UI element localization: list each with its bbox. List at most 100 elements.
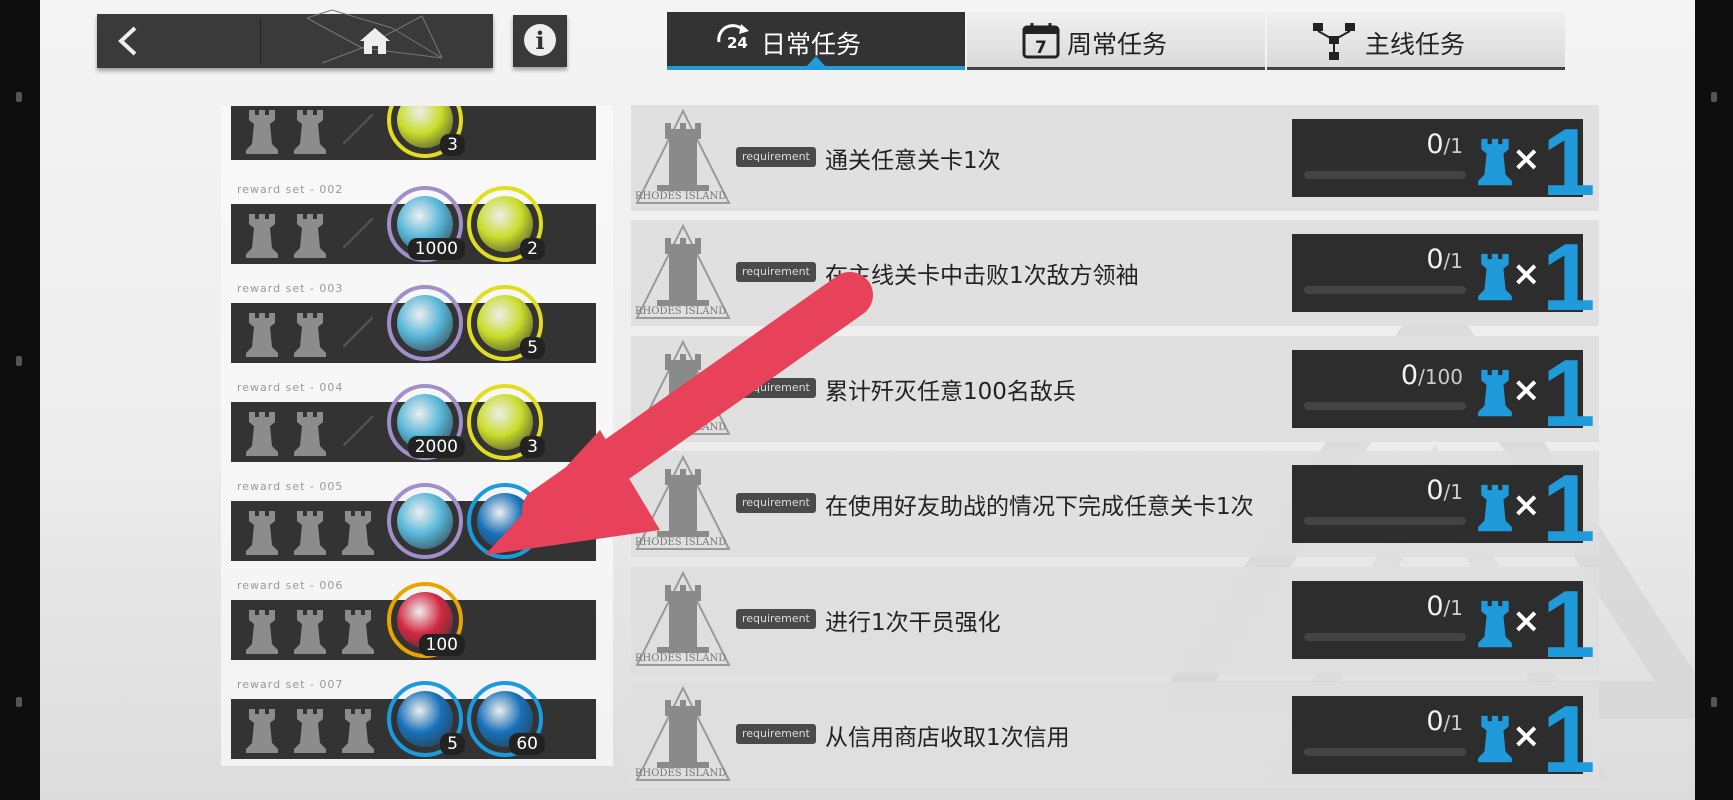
mission-row[interactable]: RHODES ISLAND requirement 在使用好友助战的情况下完成任… (631, 451, 1599, 559)
progress-total: /1 (1443, 249, 1463, 273)
progress-current: 0 (1426, 129, 1444, 160)
progress-total: /1 (1443, 134, 1463, 158)
mission-row[interactable]: RHODES ISLAND requirement 从信用商店收取1次信用 0/… (631, 682, 1599, 790)
active-tab-indicator (807, 56, 825, 66)
progress-rook-icon (243, 608, 281, 654)
mission-progress-panel: 0/100 × 1 (1292, 344, 1595, 444)
reward-item-icon[interactable]: 60 (467, 681, 545, 757)
reward-set-row[interactable]: 5 (231, 285, 596, 363)
rhodes-island-logo-icon: RHODES ISLAND (633, 338, 733, 438)
mission-row[interactable]: RHODES ISLAND requirement 进行1次干员强化 0/1 ×… (631, 567, 1599, 675)
info-button[interactable]: i (513, 15, 567, 67)
logo-text: RHODES ISLAND (635, 306, 727, 317)
progress-current: 0 (1400, 360, 1419, 391)
progress-rook-icon (291, 108, 329, 154)
svg-text:7: 7 (1035, 38, 1047, 58)
reward-item-icon[interactable]: 1000 (387, 186, 465, 262)
tab-daily[interactable]: 24 日常任务 (667, 12, 965, 70)
reward-item-icon[interactable] (387, 285, 463, 361)
reward-set-row[interactable]: 5 60 (231, 681, 596, 759)
mission-row[interactable]: RHODES ISLAND requirement 累计歼灭任意100名敌兵 0… (631, 336, 1599, 444)
mission-progress-panel: 0/1 × 1 (1292, 575, 1595, 675)
nav-divider (260, 18, 261, 64)
mission-progress-panel: 0/1 × 1 (1292, 459, 1595, 559)
reward-quantity: 60 (509, 733, 545, 755)
hierarchy-icon (1313, 23, 1355, 60)
device-bezel-right (1693, 0, 1733, 800)
progress-current: 0 (1426, 244, 1444, 275)
mission-row[interactable]: RHODES ISLAND requirement 在主线关卡中击败1次敌方领袖… (631, 220, 1599, 331)
requirement-tag: requirement (736, 724, 816, 744)
reward-set-label: reward set - 003 (237, 282, 344, 295)
progress-rook-icon (291, 509, 329, 555)
progress-bar (1304, 402, 1466, 410)
reward-count: 1 (1542, 224, 1596, 331)
reward-set-row[interactable] (231, 483, 596, 561)
empty-slot-divider (343, 317, 373, 347)
tab-weekly[interactable]: 7 周常任务 (967, 12, 1265, 70)
tab-main-label: 主线任务 (1365, 30, 1466, 59)
reward-quantity: 3 (520, 436, 545, 458)
reward-item-icon[interactable]: 5 (387, 681, 465, 757)
empty-slot-divider (343, 416, 373, 446)
progress-current: 0 (1426, 591, 1444, 622)
rhodes-island-logo-icon: RHODES ISLAND (633, 684, 733, 784)
rhodes-island-logo-icon: RHODES ISLAND (633, 453, 733, 553)
reward-quantity: 100 (418, 634, 465, 656)
reward-quantity: 3 (440, 134, 465, 156)
progress-rook-icon (243, 311, 281, 357)
reward-multiplier: × (1512, 139, 1541, 179)
back-button[interactable] (97, 14, 257, 68)
reward-item-icon[interactable] (387, 483, 463, 559)
reward-rook-icon (1475, 366, 1515, 418)
reward-quantity: 2 (520, 238, 545, 260)
reward-set-label: reward set - 007 (237, 678, 344, 691)
mission-text: 从信用商店收取1次信用 (825, 725, 1070, 751)
home-button[interactable] (262, 9, 493, 68)
24h-refresh-icon: 24 (717, 24, 749, 52)
reward-rook-icon (1475, 250, 1515, 302)
mission-progress-panel: 0/1 × 1 (1292, 113, 1595, 213)
mission-text: 进行1次干员强化 (825, 610, 1001, 636)
reward-set-label: reward set - 005 (237, 480, 344, 493)
reward-item-icon[interactable]: 3 (387, 106, 465, 158)
reward-item-icon[interactable]: 2000 (387, 384, 465, 460)
top-nav-bar (97, 9, 493, 68)
reward-multiplier: × (1512, 601, 1541, 641)
progress-count: 0/1 (1426, 706, 1463, 737)
mission-text: 累计歼灭任意100名敌兵 (825, 379, 1076, 405)
reward-item-art (397, 295, 453, 351)
progress-bar (1304, 171, 1466, 179)
reward-count: 1 (1542, 571, 1596, 678)
reward-sets-panel[interactable]: 3 reward set - 002 1000 2 reward set - 003 5 r… (221, 106, 613, 766)
logo-text: RHODES ISLAND (635, 768, 727, 779)
requirement-tag: requirement (736, 147, 816, 167)
reward-set-row[interactable]: 2000 3 (231, 384, 596, 462)
reward-count: 1 (1542, 109, 1596, 216)
logo-text: RHODES ISLAND (635, 653, 727, 664)
reward-item-icon[interactable]: 2 (467, 186, 545, 262)
progress-current: 0 (1426, 706, 1444, 737)
reward-item-icon[interactable] (467, 483, 543, 559)
mission-row[interactable]: RHODES ISLAND requirement 通关任意关卡1次 0/1 ×… (631, 105, 1599, 213)
reward-set-label: reward set - 002 (237, 183, 344, 196)
tab-main[interactable]: 主线任务 (1267, 12, 1565, 70)
progress-rook-icon (243, 509, 281, 555)
mission-text: 在主线关卡中击败1次敌方领袖 (825, 263, 1139, 289)
reward-item-icon[interactable]: 100 (387, 582, 465, 658)
reward-quantity: 2000 (407, 436, 465, 458)
progress-bar (1304, 633, 1466, 641)
reward-item-icon[interactable]: 3 (467, 384, 545, 460)
progress-rook-icon (291, 311, 329, 357)
progress-bar (1304, 517, 1466, 525)
reward-set-row[interactable]: 1000 2 (231, 186, 596, 264)
reward-set-row[interactable]: 3 (231, 106, 596, 160)
reward-set-row[interactable]: 100 (231, 582, 596, 660)
mission-text: 在使用好友助战的情况下完成任意关卡1次 (825, 494, 1254, 520)
reward-item-icon[interactable]: 5 (467, 285, 545, 361)
reward-item-art (397, 493, 453, 549)
reward-multiplier: × (1512, 716, 1541, 756)
progress-rook-icon (243, 410, 281, 456)
progress-count: 0/1 (1426, 475, 1463, 506)
reward-set-label: reward set - 006 (237, 579, 344, 592)
